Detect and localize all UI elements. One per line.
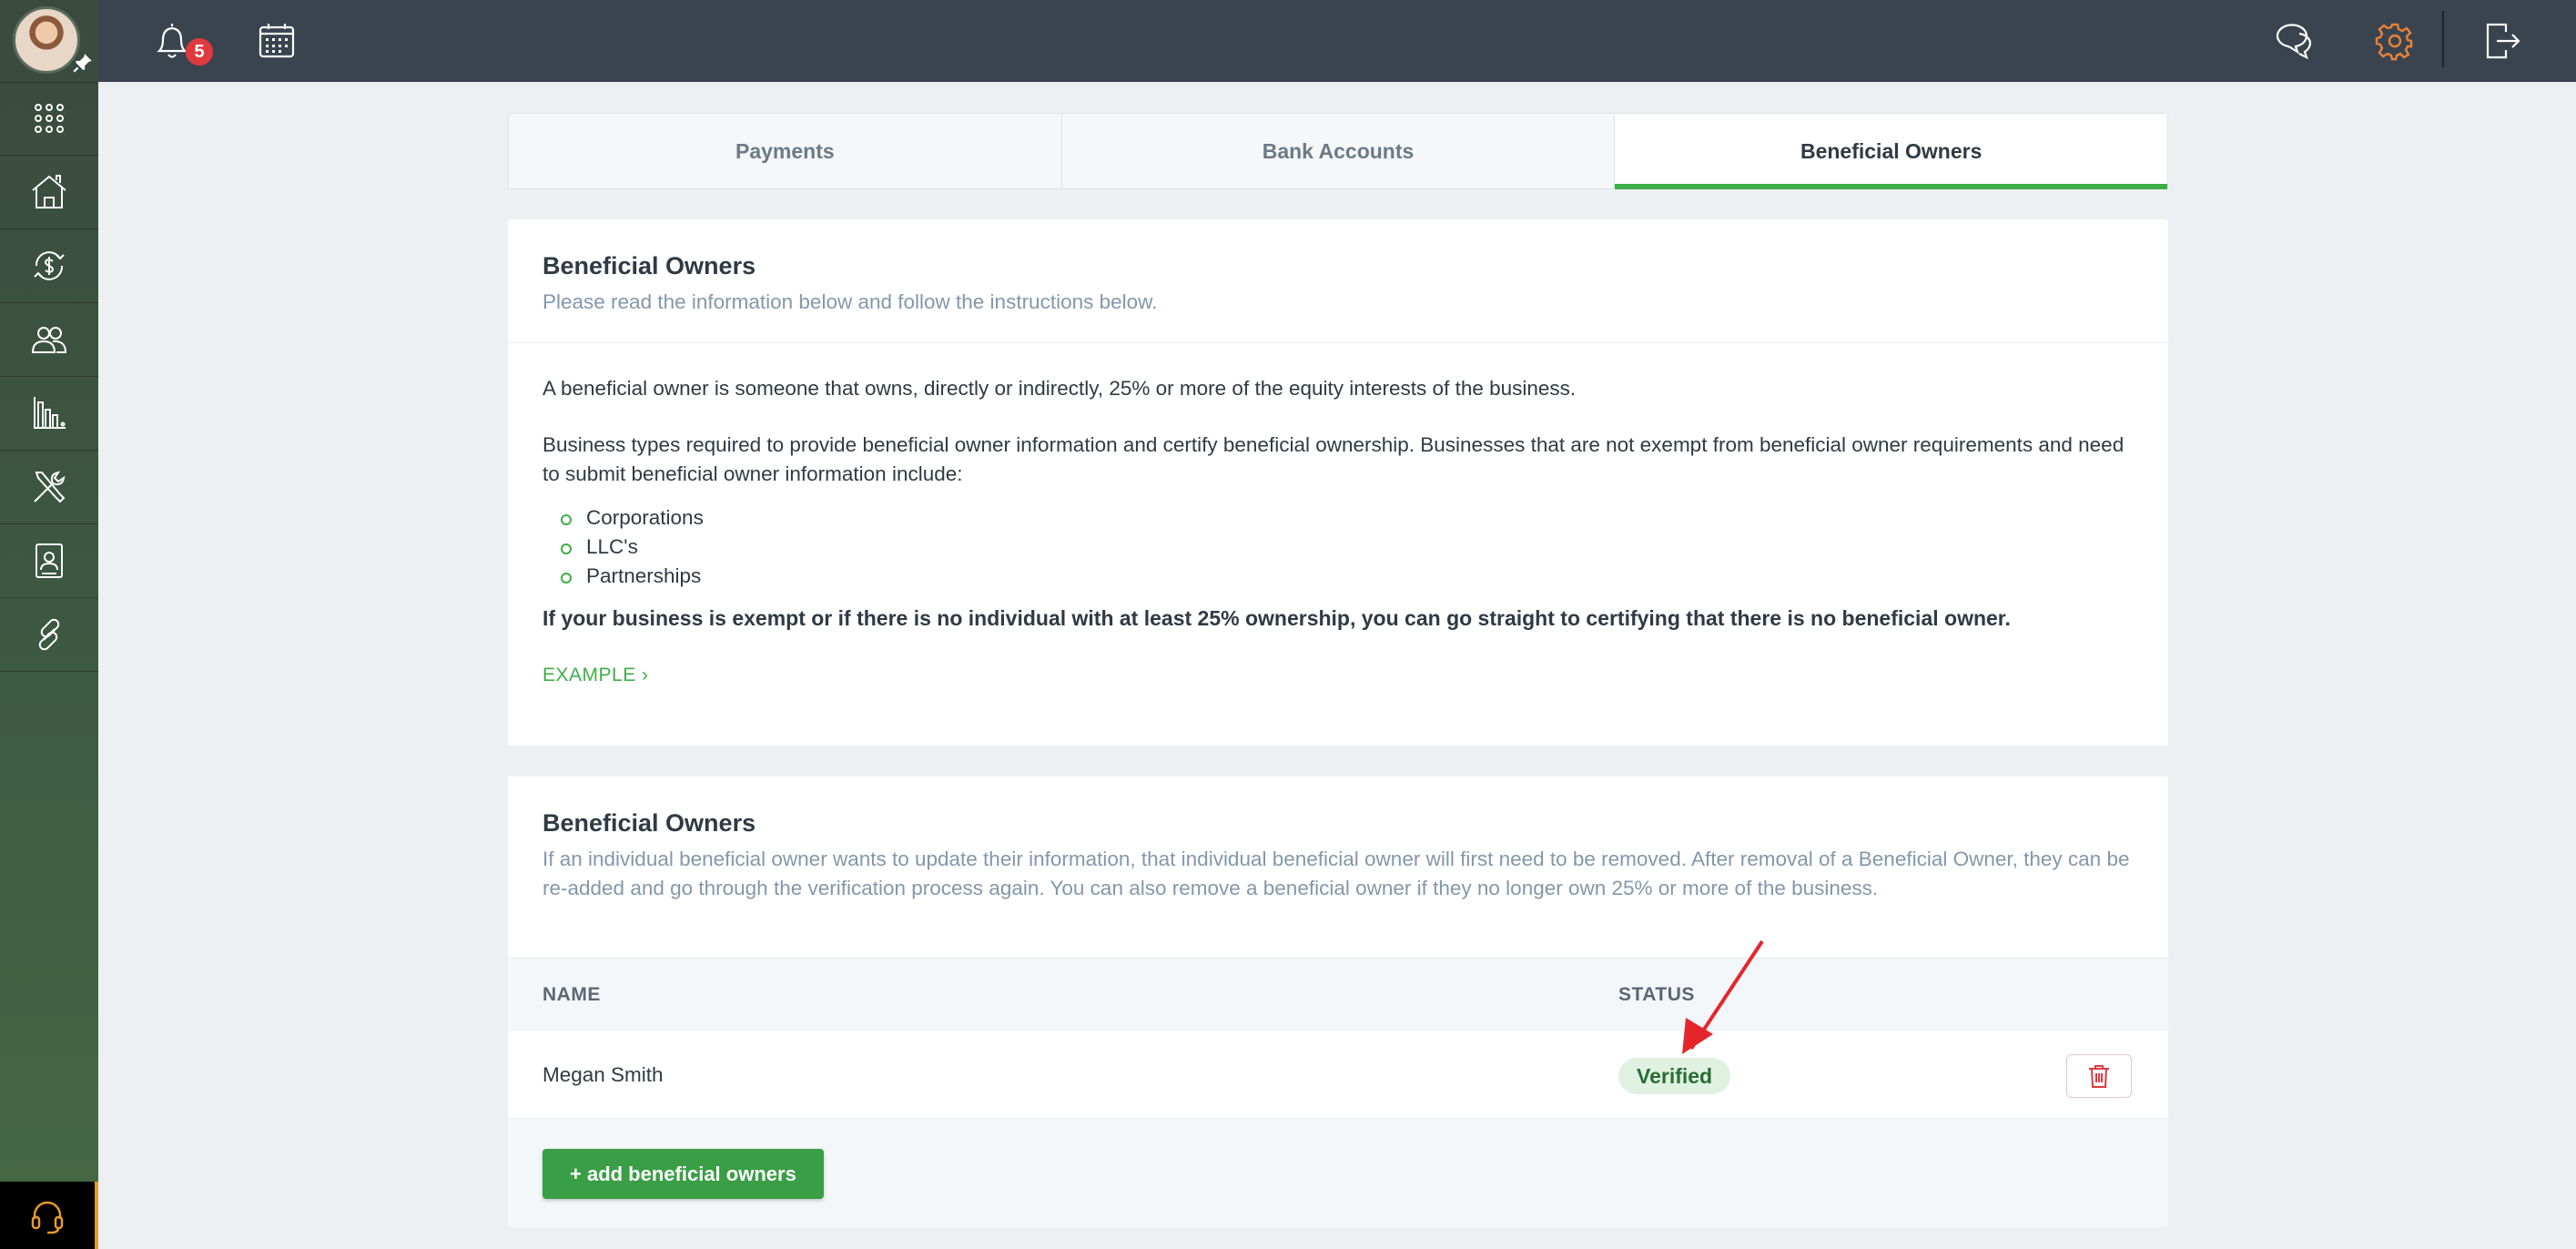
tools-icon	[34, 471, 66, 503]
column-header-status: STATUS	[1618, 984, 1695, 1005]
nav-apps[interactable]	[0, 82, 98, 155]
nav-maintenance[interactable]	[0, 451, 98, 523]
column-header-name: NAME	[543, 984, 601, 1005]
money-exchange-icon	[34, 251, 65, 280]
tab-payments[interactable]: Payments	[509, 114, 1062, 188]
example-link[interactable]: EXAMPLE ›	[543, 661, 649, 690]
users-icon	[31, 327, 67, 353]
tab-bank-accounts[interactable]: Bank Accounts	[1062, 114, 1616, 188]
add-beneficial-owners-button[interactable]: + add beneficial owners	[543, 1149, 824, 1199]
sidebar	[0, 0, 98, 1249]
beneficial-owners-list-card: Beneficial Owners If an individual benef…	[508, 777, 2168, 1227]
link-icon	[38, 618, 60, 651]
info-card-title: Beneficial Owners	[543, 252, 756, 279]
chat-icon	[2276, 24, 2312, 60]
nav-payments[interactable]	[0, 229, 98, 302]
tab-beneficial-owners[interactable]: Beneficial Owners	[1615, 114, 2168, 189]
pin-icon[interactable]	[71, 51, 95, 75]
delete-owner-button[interactable]	[2066, 1054, 2132, 1098]
topbar-divider	[2442, 11, 2444, 67]
owners-table-header: NAME STATUS	[508, 959, 2168, 1030]
calendar-button[interactable]	[252, 16, 301, 66]
nav-people[interactable]	[0, 303, 98, 376]
settings-button[interactable]	[2370, 16, 2419, 66]
beneficial-owners-info-card: Beneficial Owners Please read the inform…	[508, 219, 2168, 746]
apps-grid-icon	[35, 104, 64, 133]
gear-icon	[2375, 23, 2413, 61]
status-badge: Verified	[1618, 1058, 1731, 1094]
logout-icon	[2486, 23, 2520, 59]
definition-paragraph: A beneficial owner is someone that owns,…	[543, 377, 1577, 400]
list-item: Partnerships	[543, 562, 2134, 591]
nav-properties[interactable]	[0, 156, 98, 228]
contact-card-icon	[35, 543, 63, 578]
top-bar: 5	[98, 0, 2576, 82]
list-item: Corporations	[543, 503, 2134, 533]
support-button[interactable]	[0, 1182, 98, 1249]
avatar[interactable]	[13, 6, 80, 74]
requirements-paragraph: Business types required to provide benef…	[543, 433, 2125, 485]
settings-tabs: Payments Bank Accounts Beneficial Owners	[508, 113, 2168, 189]
calendar-icon	[259, 24, 295, 58]
nav-reports[interactable]	[0, 377, 98, 450]
bar-chart-icon	[34, 397, 66, 429]
info-card-header: Beneficial Owners Please read the inform…	[508, 219, 2168, 343]
owners-card-header: Beneficial Owners If an individual benef…	[508, 777, 2168, 959]
business-types-list: Corporations LLC's Partnerships	[543, 503, 2134, 591]
logout-button[interactable]	[2478, 16, 2527, 66]
trash-icon	[2089, 1065, 2109, 1088]
owners-card-title: Beneficial Owners	[543, 809, 756, 837]
list-item: LLC's	[543, 533, 2134, 562]
info-card-subtitle: Please read the information below and fo…	[543, 290, 1158, 313]
nav-contacts[interactable]	[0, 524, 98, 597]
notification-count-badge: 5	[186, 38, 213, 66]
exemption-note: If your business is exempt or if there i…	[543, 606, 2011, 630]
owners-card-subtitle: If an individual beneficial owner wants …	[543, 848, 2130, 899]
owner-name: Megan Smith	[543, 1063, 664, 1086]
table-row: Megan Smith Verified	[508, 1030, 2168, 1119]
messages-button[interactable]	[2267, 16, 2317, 66]
info-card-body: A beneficial owner is someone that owns,…	[508, 343, 2168, 690]
headset-icon	[31, 1201, 64, 1234]
house-icon	[32, 175, 66, 208]
nav-integrations[interactable]	[0, 598, 98, 671]
